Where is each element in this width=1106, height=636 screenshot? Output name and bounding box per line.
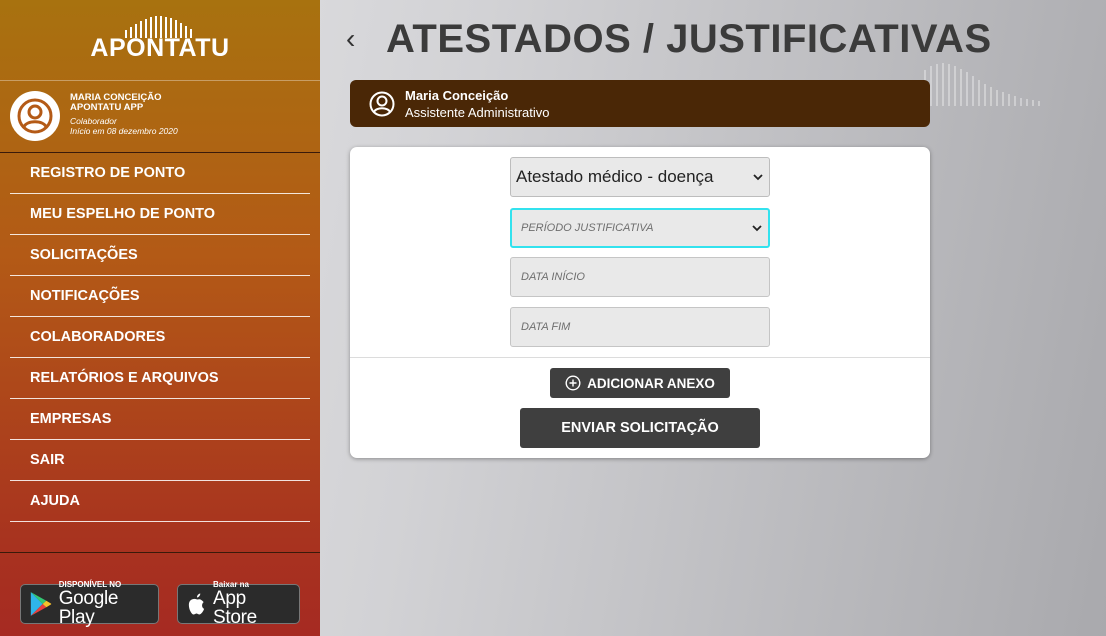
user-profile: MARIA CONCEIçãO APONTATU APP Colaborador… <box>10 91 310 145</box>
sidebar-item-registro-de-ponto[interactable]: REGISTRO DE PONTO <box>10 153 310 194</box>
justification-period-placeholder: PERÍODO JUSTIFICATIVA <box>521 222 654 234</box>
send-request-label: ENVIAR SOLICITAÇÃO <box>561 420 719 436</box>
start-date-placeholder: DATA INÍCIO <box>521 271 585 283</box>
sidebar-item-meu-espelho-de-ponto[interactable]: MEU ESPELHO DE PONTO <box>10 194 310 235</box>
plus-circle-icon <box>565 375 581 391</box>
sidebar-item-ajuda[interactable]: AJUDA <box>10 481 310 522</box>
avatar <box>10 91 60 141</box>
add-attachment-label: ADICIONAR ANEXO <box>587 375 715 391</box>
sidebar-divider <box>0 80 320 81</box>
page-title: ATESTADOS / JUSTIFICATIVAS <box>386 17 992 61</box>
employee-info-bar: Maria Conceição Assistente Administrativ… <box>350 80 930 127</box>
user-icon <box>17 98 53 134</box>
send-request-button[interactable]: ENVIAR SOLICITAÇÃO <box>520 408 760 448</box>
logo-text: APONTATU <box>90 34 230 62</box>
end-date-input[interactable]: DATA FIM <box>510 307 770 347</box>
employee-role: Assistente Administrativo <box>405 105 550 120</box>
chevron-down-icon <box>753 174 763 181</box>
sidebar-menu: REGISTRO DE PONTO MEU ESPELHO DE PONTO S… <box>10 153 310 522</box>
chevron-down-icon <box>752 225 762 232</box>
app-store-badge[interactable]: Baixar na App Store <box>177 581 300 628</box>
card-divider <box>350 357 930 358</box>
user-circle-icon <box>369 91 395 117</box>
user-start-date: Início em 08 dezembro 2020 <box>70 126 178 136</box>
user-role: Colaborador <box>70 116 117 126</box>
justification-type-select[interactable]: Atestado médico - doença <box>510 157 770 197</box>
end-date-placeholder: DATA FIM <box>521 321 571 333</box>
apple-icon <box>188 593 205 615</box>
justification-period-select[interactable]: PERÍODO JUSTIFICATIVA <box>510 208 770 248</box>
google-play-badge[interactable]: DISPONÍVEL NO Google Play <box>20 581 159 628</box>
justification-type-value: Atestado médico - doença <box>516 167 714 186</box>
app-logo[interactable]: APONTATU <box>0 16 320 66</box>
sidebar-item-sair[interactable]: SAIR <box>10 440 310 481</box>
google-play-icon <box>30 592 52 616</box>
sidebar-item-colaboradores[interactable]: COLABORADORES <box>10 317 310 358</box>
apple-badge-big-text: App Store <box>212 588 257 628</box>
justification-form-card: Atestado médico - doença PERÍODO JUSTIFI… <box>350 147 930 458</box>
sidebar-item-relatorios-e-arquivos[interactable]: RELATÓRIOS E ARQUIVOS <box>10 358 310 399</box>
chevron-left-icon[interactable]: ‹ <box>346 24 355 54</box>
google-badge-big-text: Google Play <box>58 588 119 628</box>
background-bars-decoration <box>924 63 1040 106</box>
sidebar-divider <box>0 552 320 553</box>
sidebar-item-notificacoes[interactable]: NOTIFICAÇÕES <box>10 276 310 317</box>
sidebar: APONTATU MARIA CONCEIçãO APONTATU APP Co… <box>0 0 320 636</box>
employee-name: Maria Conceição <box>405 88 509 103</box>
start-date-input[interactable]: DATA INÍCIO <box>510 257 770 297</box>
sidebar-item-empresas[interactable]: EMPRESAS <box>10 399 310 440</box>
add-attachment-button[interactable]: ADICIONAR ANEXO <box>550 368 730 398</box>
user-company: APONTATU APP <box>70 102 144 113</box>
sidebar-item-solicitacoes[interactable]: SOLICITAÇÕES <box>10 235 310 276</box>
